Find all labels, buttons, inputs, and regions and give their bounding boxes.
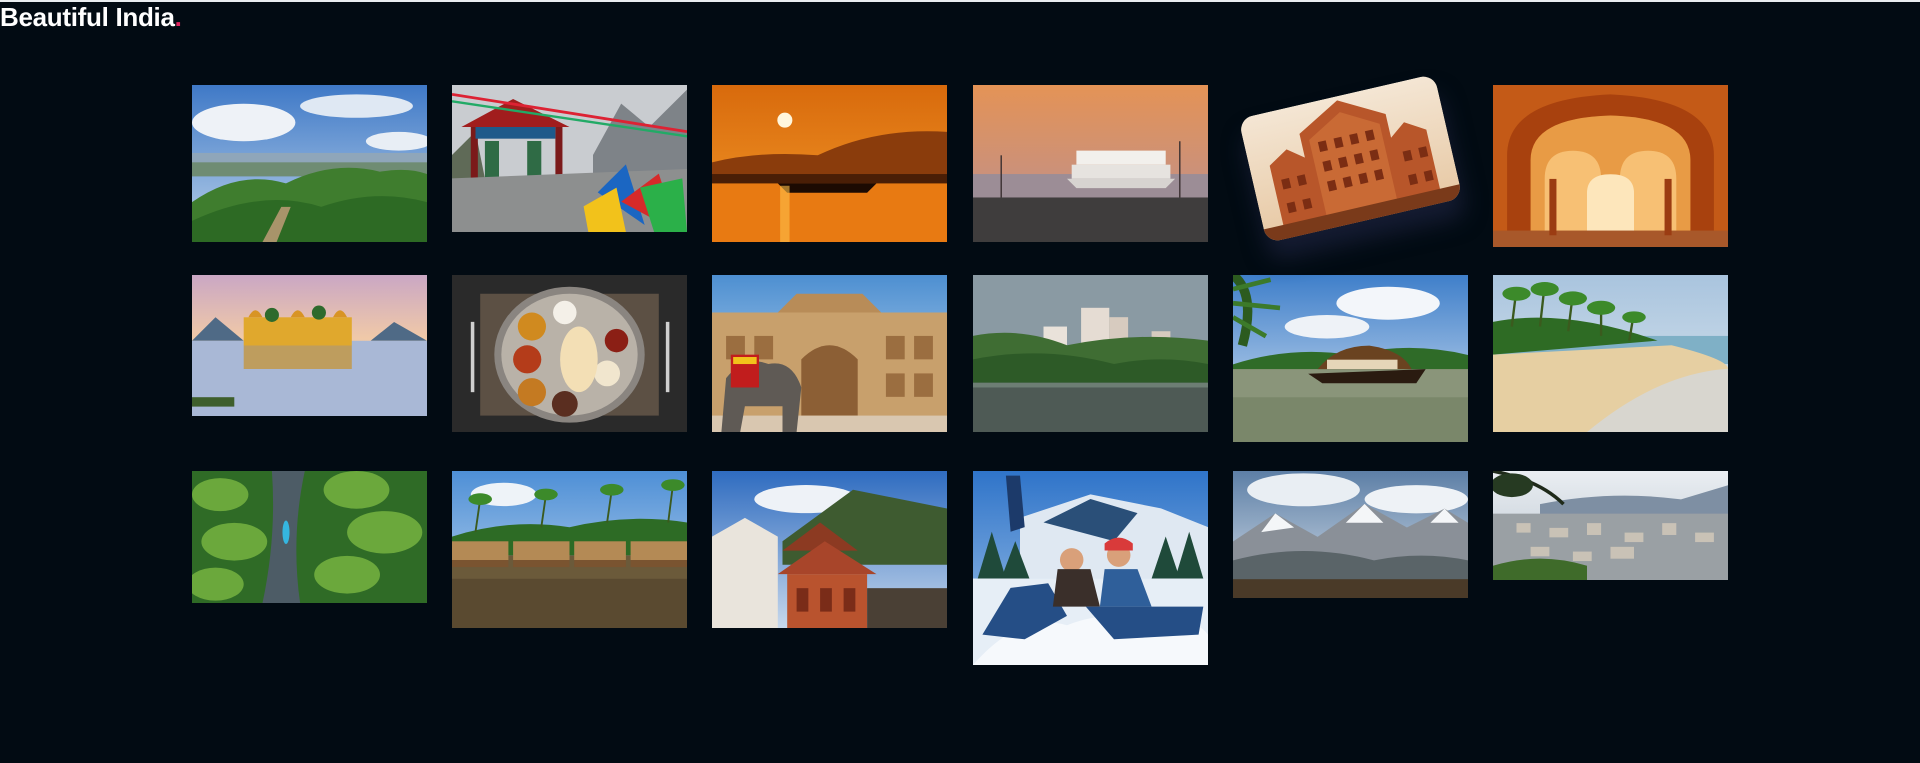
city-backwater-icon xyxy=(973,275,1208,432)
palm-beach-icon xyxy=(1493,275,1728,432)
thali-meal-icon xyxy=(452,275,687,432)
gallery-item-10[interactable] xyxy=(973,275,1208,432)
gallery-item-9[interactable] xyxy=(712,275,947,432)
jal-mahal-icon xyxy=(192,275,427,416)
gallery-item-18[interactable] xyxy=(1493,471,1728,580)
snow-mountains-icon xyxy=(1233,471,1468,598)
green-hills-icon xyxy=(192,85,427,242)
hill-city-view-icon xyxy=(1493,471,1728,580)
snow-couple-icon xyxy=(973,471,1208,665)
gallery-item-1[interactable] xyxy=(192,85,427,242)
site-title: Beautiful India. xyxy=(0,2,182,32)
gallery-item-11[interactable] xyxy=(1233,275,1468,442)
wooden-temple-icon xyxy=(712,471,947,628)
houseboats-row-icon xyxy=(452,471,687,628)
gallery-item-6[interactable] xyxy=(1493,85,1728,247)
monastery-gate-icon xyxy=(452,85,687,232)
gallery-item-17[interactable] xyxy=(1233,471,1468,598)
site-title-text: Beautiful India xyxy=(0,2,175,32)
gallery-item-14[interactable] xyxy=(452,471,687,628)
gallery-item-2[interactable] xyxy=(452,85,687,232)
gallery-item-3[interactable] xyxy=(712,85,947,242)
palace-arches-icon xyxy=(1493,85,1728,247)
amber-fort-elephant-icon xyxy=(712,275,947,432)
gallery-item-12[interactable] xyxy=(1493,275,1728,432)
river-cruise-icon xyxy=(973,85,1208,242)
gallery-item-15[interactable] xyxy=(712,471,947,628)
gallery-item-7[interactable] xyxy=(192,275,427,416)
kerala-houseboat-icon xyxy=(1233,275,1468,442)
canoe-aerial-icon xyxy=(192,471,427,603)
gallery-item-16[interactable] xyxy=(973,471,1208,665)
gallery-item-4[interactable] xyxy=(973,85,1208,242)
sunset-boat-icon xyxy=(712,85,947,242)
gallery-item-5[interactable] xyxy=(1238,73,1463,244)
gallery-item-13[interactable] xyxy=(192,471,427,603)
hawa-mahal-icon xyxy=(1238,73,1463,244)
title-accent-dot: . xyxy=(174,2,182,32)
top-border xyxy=(0,0,1920,2)
gallery-item-8[interactable] xyxy=(452,275,687,432)
